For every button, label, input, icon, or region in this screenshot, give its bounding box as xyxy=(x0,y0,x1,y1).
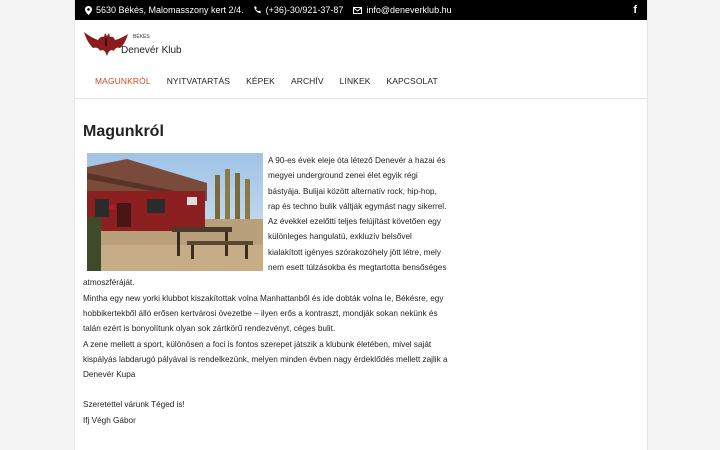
map-marker-icon xyxy=(85,5,92,15)
nav-item-nyitvatartas[interactable]: NYITVATARTÁS xyxy=(167,76,230,86)
email-link[interactable]: info@deneverklub.hu xyxy=(366,5,451,15)
address-text: 5630 Békés, Malomasszony kert 2/4. xyxy=(96,5,244,15)
site-logo[interactable]: BÉKÉS Denevér Klub xyxy=(83,28,182,58)
paragraph-3: Mintha egy new yorki klubbot kiszakított… xyxy=(83,293,444,334)
main-navigation: MAGUNKRÓL NYITVATARTÁS KÉPEK ARCHÍV LINK… xyxy=(75,64,647,99)
email-item[interactable]: info@deneverklub.hu xyxy=(353,5,452,15)
phone-link[interactable]: (+36)-30/921-37-87 xyxy=(266,5,344,15)
club-building-photo xyxy=(87,153,263,271)
nav-item-magunkrol[interactable]: MAGUNKRÓL xyxy=(95,76,151,86)
nav-item-linkek[interactable]: LINKEK xyxy=(340,76,371,86)
top-info-bar: 5630 Békés, Malomasszony kert 2/4. (+36)… xyxy=(75,0,647,20)
address-item: 5630 Békés, Malomasszony kert 2/4. xyxy=(85,5,244,15)
greeting-text: Szeretettel várunk Téged is! xyxy=(83,400,185,410)
facebook-icon[interactable]: f xyxy=(633,4,637,16)
logo-text: BÉKÉS Denevér Klub xyxy=(121,34,182,58)
nav-item-archiv[interactable]: ARCHÍV xyxy=(291,76,324,86)
phone-item[interactable]: (+36)-30/921-37-87 xyxy=(253,5,344,15)
nav-item-kapcsolat[interactable]: KAPCSOLAT xyxy=(387,76,438,86)
phone-icon xyxy=(253,6,262,14)
article-body: A 90-es évek eleje óta létező Denevér a … xyxy=(83,153,448,428)
logo-main-text: Denevér Klub xyxy=(121,45,182,56)
page-title: Magunkról xyxy=(83,123,164,140)
nav-item-kepek[interactable]: KÉPEK xyxy=(246,76,275,86)
logo-small-text: BÉKÉS xyxy=(133,34,150,40)
signature-text: Ifj Végh Gábor xyxy=(83,415,136,425)
main-content: Magunkról A 90-es évek eleje óta létező … xyxy=(75,99,647,428)
envelope-icon xyxy=(353,6,363,14)
paragraph-4: A zene mellett a sport, különösen a foci… xyxy=(83,339,448,380)
page-wrapper: 5630 Békés, Malomasszony kert 2/4. (+36)… xyxy=(74,0,648,450)
site-header: BÉKÉS Denevér Klub xyxy=(75,20,647,64)
